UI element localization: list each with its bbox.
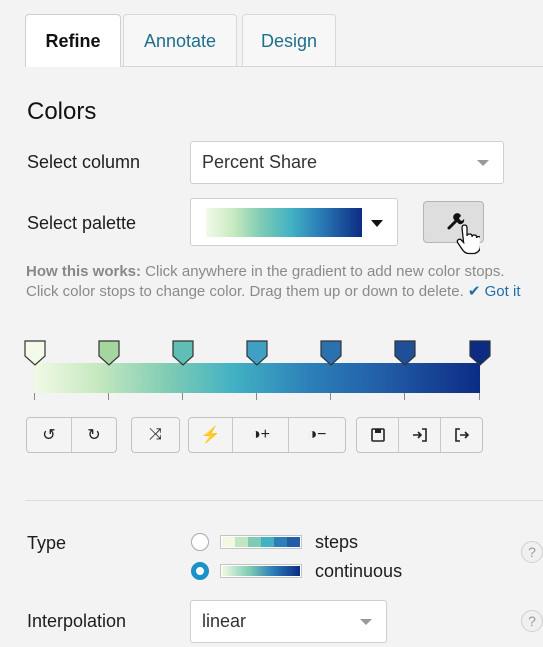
steps-swatch-block	[248, 537, 261, 547]
chevron-down-icon	[477, 160, 489, 166]
shuffle-group: ⤨	[131, 417, 180, 453]
history-group: ↺ ↻	[26, 417, 117, 453]
continuous-swatch	[220, 564, 302, 578]
gradient-tick	[256, 393, 257, 400]
contrast-plus-button[interactable]: ◑+	[233, 418, 289, 452]
section-divider	[25, 500, 543, 501]
shuffle-button[interactable]: ⤨	[132, 418, 179, 452]
color-stop[interactable]	[246, 340, 268, 366]
select-column-value: Percent Share	[202, 152, 318, 172]
help-strong: How this works:	[26, 263, 142, 280]
save-icon	[370, 428, 385, 442]
gradient-tick	[479, 393, 480, 400]
type-label: Type	[27, 533, 67, 553]
import-icon	[412, 428, 427, 442]
select-column-dropdown[interactable]: Percent Share	[190, 141, 504, 184]
color-stop[interactable]	[469, 340, 491, 366]
help-text: How this works: Click anywhere in the gr…	[26, 262, 521, 302]
contrast-minus-button[interactable]: ◑−	[289, 418, 345, 452]
magic-wand-button[interactable]: ⚡	[189, 418, 233, 452]
radio-continuous[interactable]	[191, 562, 209, 580]
radio-steps[interactable]	[191, 533, 209, 551]
continuous-label[interactable]: continuous	[315, 561, 402, 582]
file-group	[356, 417, 483, 453]
got-it-link[interactable]: ✔ Got it	[468, 283, 521, 300]
help-icon[interactable]: ?	[521, 541, 543, 563]
steps-swatch-block	[274, 537, 287, 547]
interpolation-label: Interpolation	[27, 611, 127, 631]
redo-button[interactable]: ↻	[72, 418, 116, 452]
continuous-gradient	[222, 566, 300, 576]
help-icon[interactable]: ?	[521, 610, 543, 632]
color-stop[interactable]	[394, 340, 416, 366]
color-stop[interactable]	[320, 340, 342, 366]
hand-cursor-icon	[456, 224, 480, 255]
steps-swatch	[220, 535, 302, 549]
interpolation-value: linear	[202, 611, 247, 631]
steps-swatch-block	[261, 537, 274, 547]
interpolation-dropdown[interactable]: linear	[190, 600, 387, 643]
wrench-button[interactable]	[423, 201, 484, 255]
export-icon	[454, 428, 469, 442]
select-column-label: Select column	[27, 152, 141, 172]
tab-divider	[120, 66, 543, 67]
gradient-tick	[404, 393, 405, 400]
palette-preview	[206, 208, 362, 237]
chevron-down-icon	[360, 619, 372, 625]
tab-annotate[interactable]: Annotate	[123, 14, 237, 67]
gradient-tick	[182, 393, 183, 400]
tab-refine[interactable]: Refine	[25, 14, 121, 67]
steps-swatch-block	[222, 537, 235, 547]
steps-swatch-block	[287, 537, 300, 547]
steps-label[interactable]: steps	[315, 532, 358, 553]
gradient-bar[interactable]	[34, 363, 480, 393]
chevron-down-icon	[371, 220, 383, 227]
save-button[interactable]	[357, 418, 399, 452]
color-stop[interactable]	[172, 340, 194, 366]
steps-swatch-block	[235, 537, 248, 547]
color-stop[interactable]	[24, 340, 46, 366]
import-button[interactable]	[399, 418, 441, 452]
tab-design[interactable]: Design	[242, 14, 336, 67]
gradient-tick	[34, 393, 35, 400]
adjust-group: ⚡ ◑+ ◑−	[188, 417, 346, 453]
section-title-colors: Colors	[27, 98, 97, 125]
undo-button[interactable]: ↺	[27, 418, 72, 452]
palette-dropdown[interactable]	[190, 198, 398, 246]
color-stop[interactable]	[98, 340, 120, 366]
export-button[interactable]	[441, 418, 482, 452]
select-palette-label: Select palette	[27, 213, 137, 233]
gradient-tick	[108, 393, 109, 400]
gradient-tick	[330, 393, 331, 400]
